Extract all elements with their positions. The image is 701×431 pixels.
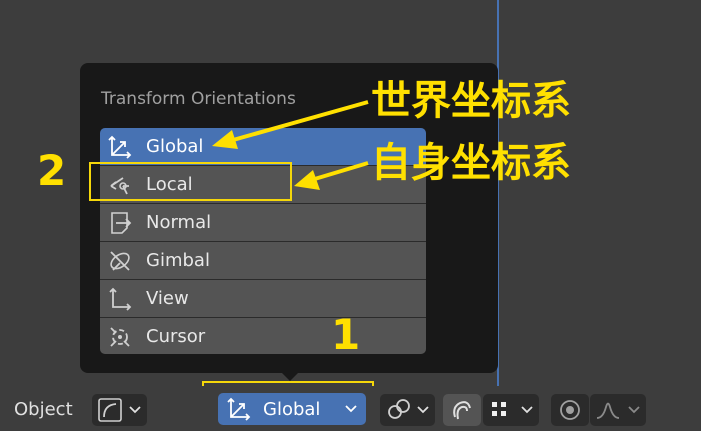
orientation-label: Global	[263, 398, 321, 420]
mode-label: Object	[14, 399, 73, 420]
annotation-arrows	[212, 100, 369, 190]
transform-pivot-dropdown[interactable]	[92, 394, 147, 426]
link-icon	[387, 399, 429, 419]
arrow-world	[212, 100, 369, 149]
annotation-local-coordinates: 自身坐标系	[371, 140, 571, 186]
annotation-number-2: 2	[37, 146, 67, 195]
annotation-number-1: 1	[331, 310, 361, 359]
magnet-icon	[453, 401, 471, 420]
pivot-icon	[97, 398, 141, 422]
global-axes-icon	[227, 397, 251, 421]
chevron-down-icon	[345, 405, 357, 413]
falloff-dropdown[interactable]	[590, 394, 646, 426]
snap-toggle[interactable]	[443, 394, 481, 426]
proportional-circle-icon	[560, 400, 580, 420]
annotation-world-coordinates: 世界坐标系	[371, 78, 571, 124]
falloff-curve-icon	[596, 402, 640, 419]
proportional-editing-toggle[interactable]	[551, 394, 589, 426]
grid-snap-icon	[492, 402, 533, 416]
arrow-local	[294, 161, 369, 190]
snap-target-dropdown[interactable]	[483, 394, 539, 426]
orientation-dropdown[interactable]: Global	[218, 393, 366, 425]
proportional-link-dropdown[interactable]	[380, 394, 435, 426]
